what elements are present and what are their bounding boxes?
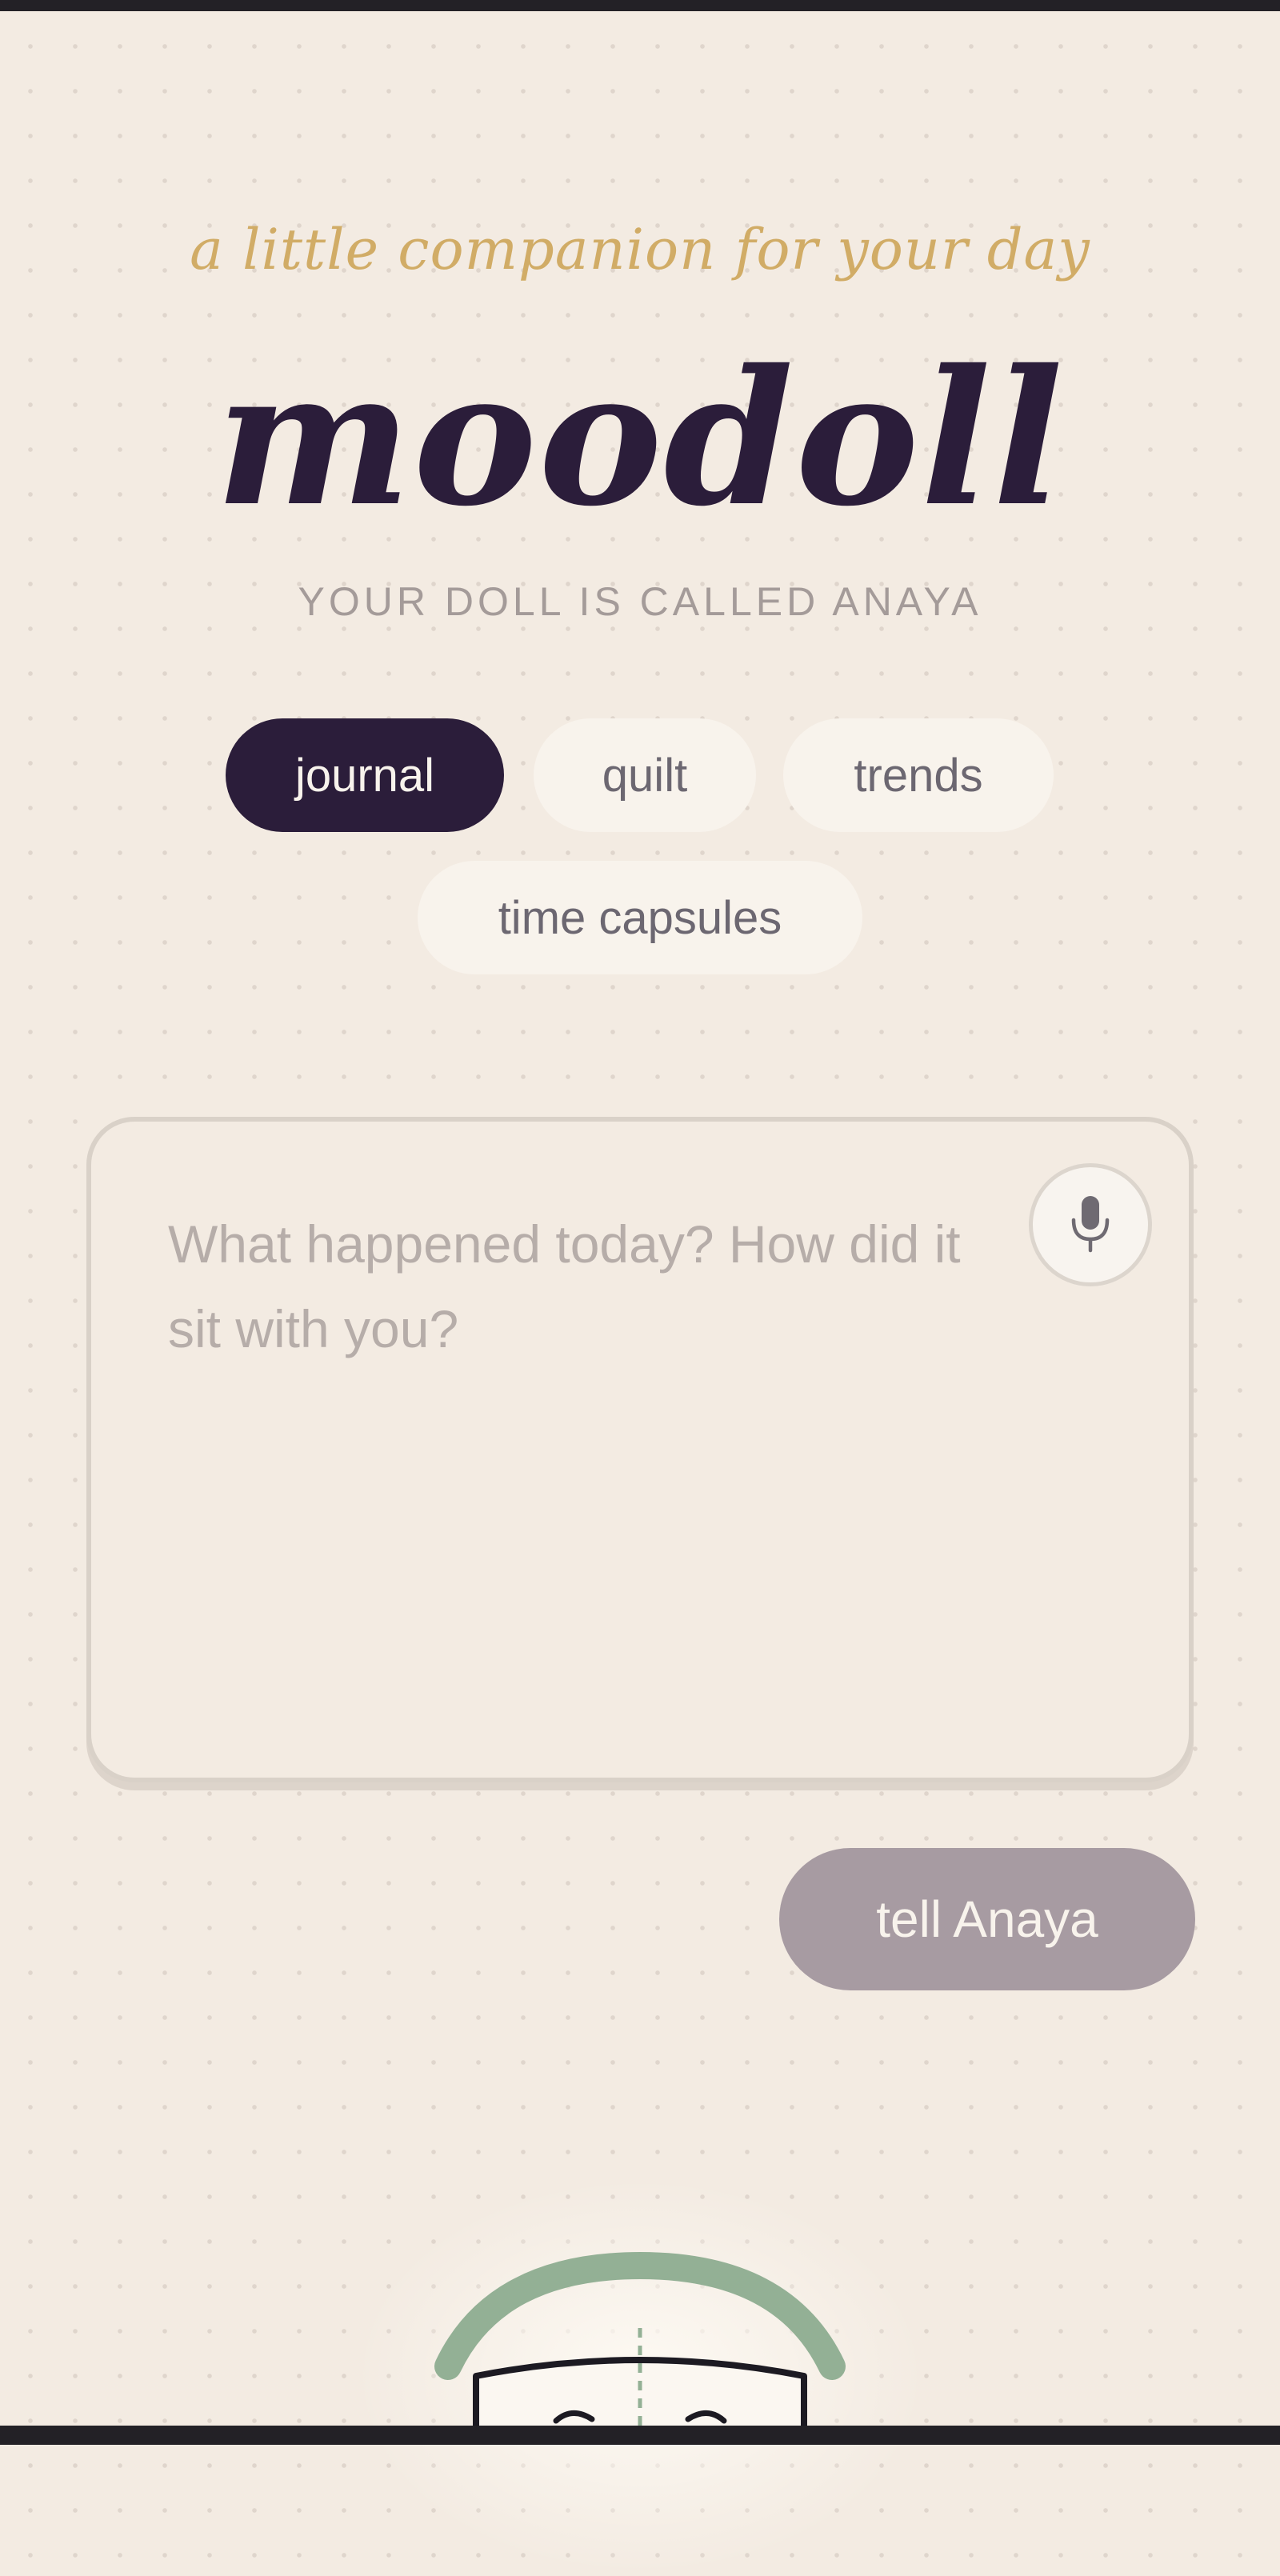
- microphone-icon: [1066, 1193, 1114, 1258]
- doll-name-subtitle: YOUR DOLL IS CALLED ANAYA: [298, 579, 982, 624]
- journal-entry-card: [86, 1117, 1194, 1782]
- app-title: moodoll: [214, 329, 1066, 547]
- tab-journal[interactable]: journal: [226, 718, 504, 832]
- journal-entry-input[interactable]: [168, 1202, 968, 1682]
- status-bar: [0, 0, 1280, 11]
- mic-button[interactable]: [1029, 1163, 1152, 1286]
- tab-time-capsules[interactable]: time capsules: [418, 861, 862, 974]
- doll-illustration: [400, 2240, 880, 2459]
- tab-trends[interactable]: trends: [783, 718, 1054, 832]
- tell-doll-button[interactable]: tell Anaya: [779, 1848, 1195, 1990]
- tab-quilt[interactable]: quilt: [534, 718, 756, 832]
- navigation-bar: [0, 2426, 1280, 2445]
- tagline: a little companion for your day: [190, 217, 1090, 282]
